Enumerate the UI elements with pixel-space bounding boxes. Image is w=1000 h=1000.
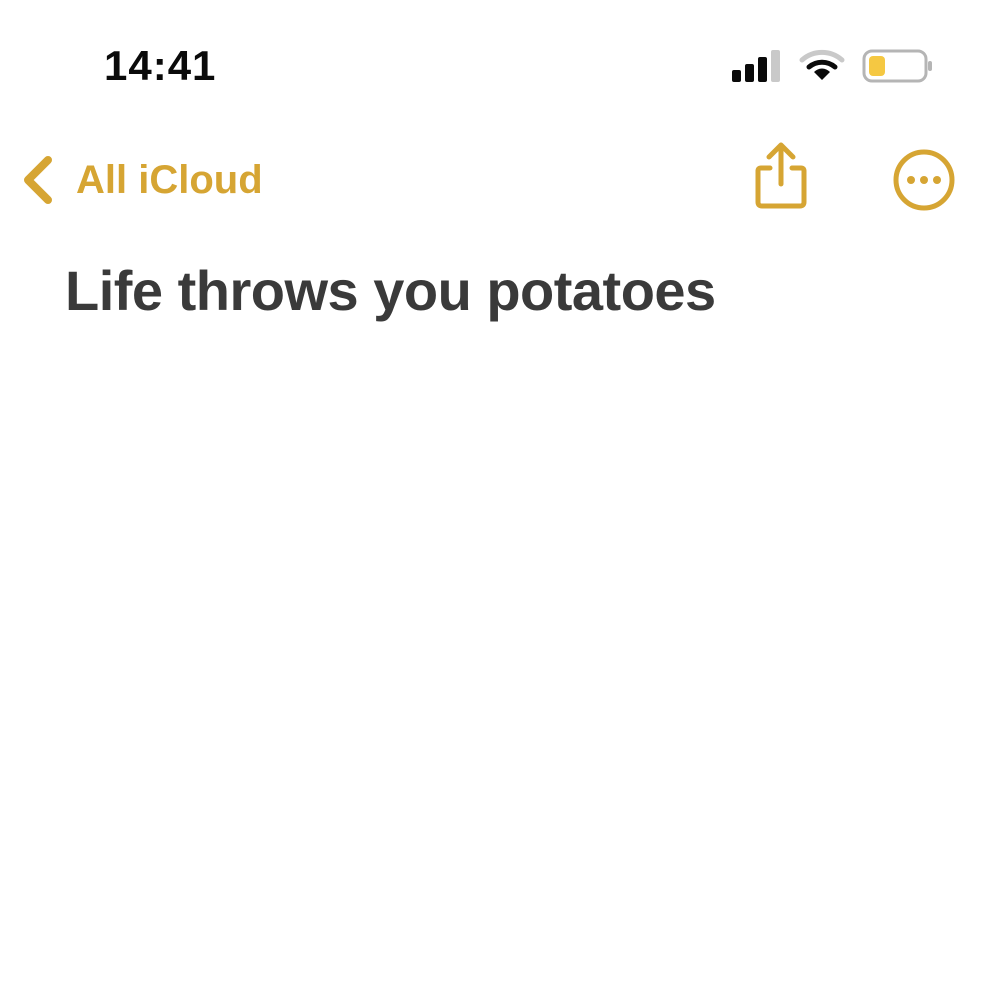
chevron-left-icon (24, 156, 52, 204)
battery-low-icon (862, 49, 932, 83)
status-bar: 14:41 (0, 0, 1000, 130)
navigation-bar: All iCloud (0, 140, 1000, 220)
back-button[interactable]: All iCloud (18, 148, 263, 212)
wifi-icon (799, 49, 845, 80)
status-time: 14:41 (104, 42, 217, 89)
ellipsis-circle-icon[interactable] (890, 146, 958, 214)
cellular-signal-icon (732, 50, 780, 82)
note-title[interactable]: Life throws you potatoes (65, 256, 716, 326)
share-icon[interactable] (748, 140, 814, 212)
back-button-label: All iCloud (76, 158, 263, 202)
